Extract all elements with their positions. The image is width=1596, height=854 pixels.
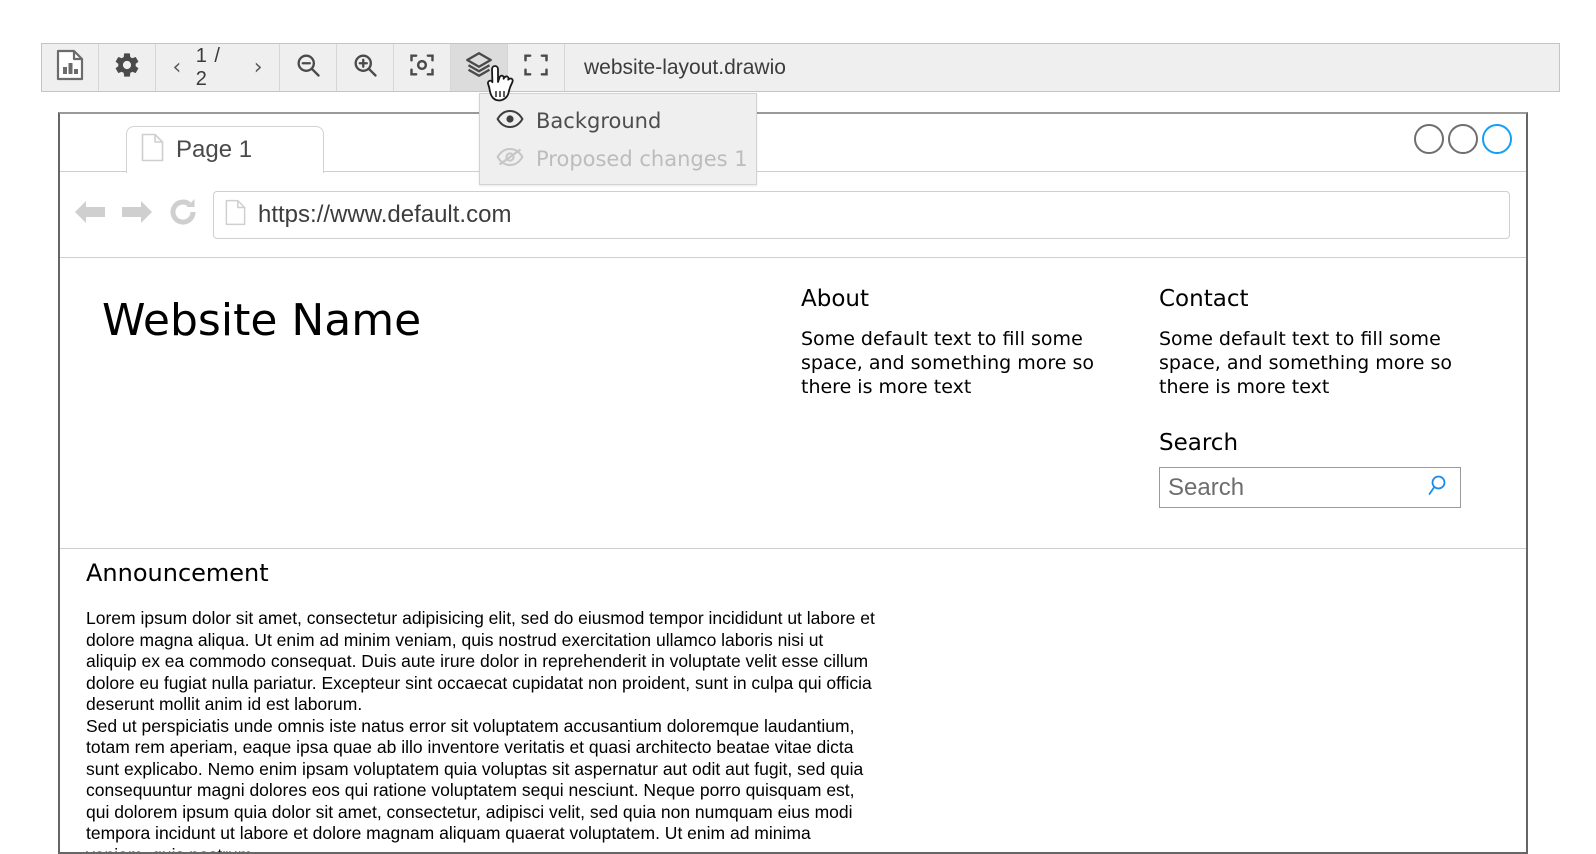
- window-controls: [1414, 124, 1512, 154]
- document-outline-button[interactable]: [42, 44, 99, 91]
- browser-url-text: https://www.default.com: [258, 200, 512, 228]
- zoom-out-icon: [294, 51, 322, 84]
- fullscreen-icon: [522, 51, 550, 84]
- reload-icon[interactable]: [167, 196, 199, 233]
- minimize-circle[interactable]: [1414, 124, 1444, 154]
- next-page-button[interactable]: ›: [243, 56, 273, 79]
- filename-label: website-layout.drawio: [584, 55, 786, 79]
- layers-dropdown-menu: Background Proposed changes 1: [479, 93, 757, 185]
- layers-button[interactable]: [451, 44, 508, 91]
- document-chart-icon: [55, 49, 85, 86]
- layers-icon: [464, 50, 494, 85]
- website-header-section: Website Name About Some default text to …: [60, 258, 1526, 549]
- layer-item-proposed-changes-1[interactable]: Proposed changes 1: [480, 140, 756, 178]
- browser-nav-icons: [73, 196, 199, 233]
- magnifier-icon[interactable]: [1426, 473, 1451, 503]
- column-heading: Contact: [1159, 286, 1249, 312]
- website-title: Website Name: [102, 295, 422, 346]
- viewer-toolbar: ‹ 1 / 2 › website-layout.drawio: [41, 43, 1560, 92]
- settings-button[interactable]: [99, 44, 156, 91]
- gear-icon: [113, 51, 141, 84]
- browser-tab-bar: Page 1: [60, 114, 1526, 173]
- browser-tab-page-1[interactable]: Page 1: [126, 126, 324, 173]
- search-input[interactable]: Search: [1159, 467, 1461, 508]
- arrow-left-icon[interactable]: [73, 197, 107, 232]
- eye-off-icon[interactable]: [496, 147, 524, 172]
- search-heading: Search: [1159, 430, 1239, 456]
- layer-label: Proposed changes 1: [536, 147, 748, 171]
- search-placeholder: Search: [1168, 473, 1245, 501]
- zoom-in-button[interactable]: [337, 44, 394, 91]
- zoom-in-icon: [351, 51, 379, 84]
- fullscreen-button[interactable]: [508, 44, 565, 91]
- close-circle[interactable]: [1482, 124, 1512, 154]
- layer-item-background[interactable]: Background: [480, 102, 756, 140]
- column-body: Some default text to fill some space, an…: [1159, 328, 1453, 398]
- fit-page-button[interactable]: [394, 44, 451, 91]
- column-heading: About: [801, 286, 870, 312]
- website-announcement-section: Announcement Lorem ipsum dolor sit amet,…: [60, 549, 1526, 852]
- browser-address-bar-row: https://www.default.com: [60, 172, 1526, 258]
- announcement-body: Lorem ipsum dolor sit amet, consectetur …: [86, 608, 875, 852]
- arrow-right-icon[interactable]: [120, 197, 154, 232]
- browser-tab-label: Page 1: [176, 136, 253, 163]
- browser-mockup-frame: Page 1 https://www.default.com Website N…: [58, 112, 1528, 854]
- page-counter: 1 / 2: [195, 44, 221, 90]
- page-icon: [225, 199, 246, 231]
- previous-page-button[interactable]: ‹: [162, 56, 192, 79]
- zoom-out-button[interactable]: [280, 44, 337, 91]
- page-icon: [141, 133, 164, 167]
- page-navigation-group: ‹ 1 / 2 ›: [156, 44, 280, 91]
- layer-label: Background: [536, 109, 662, 133]
- fit-page-icon: [408, 51, 436, 84]
- maximize-circle[interactable]: [1448, 124, 1478, 154]
- column-contact: Contact Some default text to fill some s…: [1159, 286, 1475, 508]
- column-body: Some default text to fill some space, an…: [801, 328, 1095, 398]
- browser-url-input[interactable]: https://www.default.com: [213, 190, 1510, 239]
- column-about: About Some default text to fill some spa…: [801, 286, 1117, 399]
- announcement-heading: Announcement: [86, 559, 269, 587]
- eye-icon[interactable]: [496, 109, 524, 134]
